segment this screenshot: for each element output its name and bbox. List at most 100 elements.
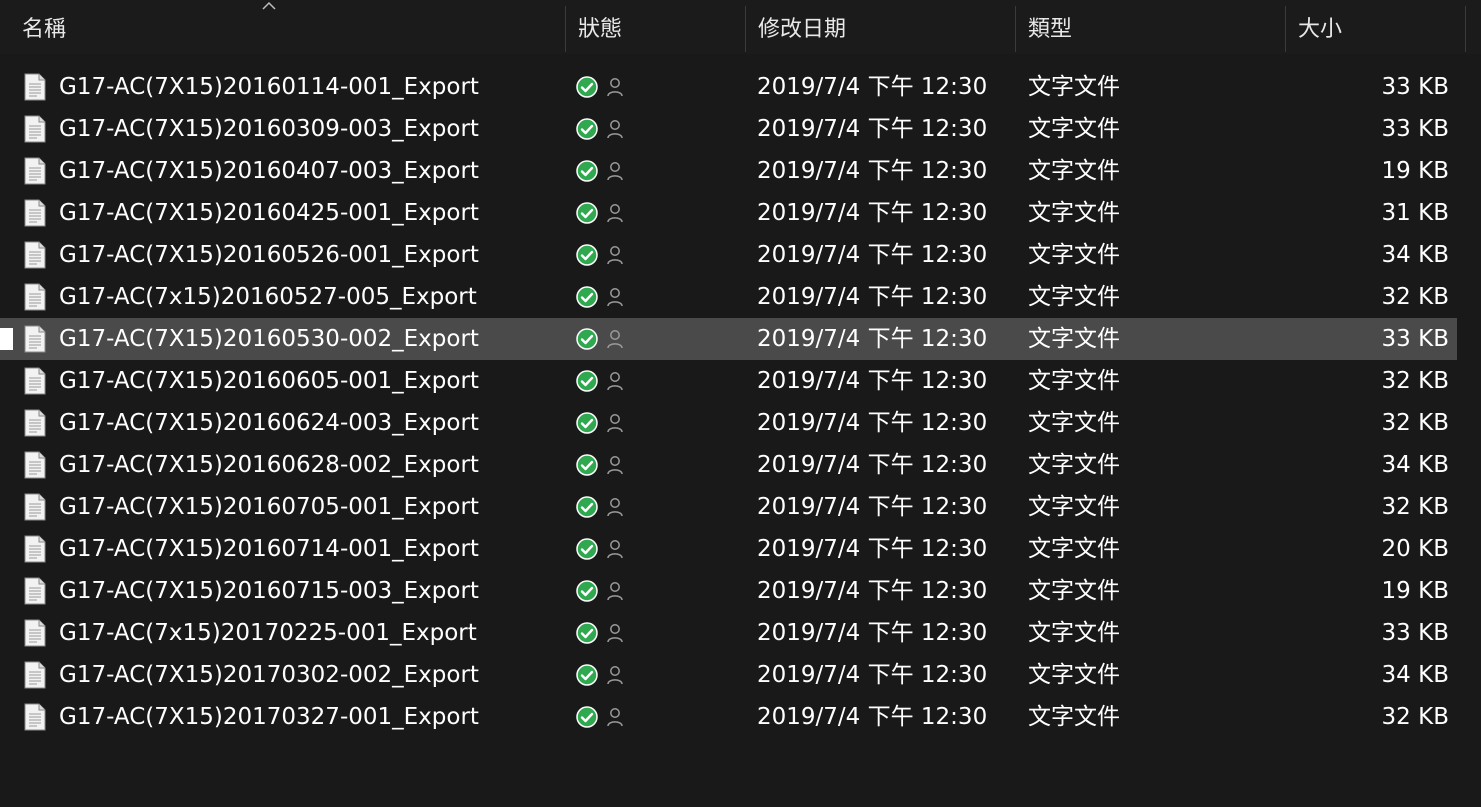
file-type: 文字文件 [1028, 704, 1120, 730]
file-row[interactable]: G17-AC(7X15)20160705-001_Export 2019/7/4 … [0, 486, 1457, 528]
file-name: G17-AC(7X15)20170302-002_Export [59, 662, 479, 688]
file-size: 33 KB [1381, 326, 1449, 352]
file-type: 文字文件 [1028, 662, 1120, 688]
column-header-modified-label: 修改日期 [758, 17, 847, 42]
file-name: G17-AC(7X15)20160628-002_Export [59, 452, 479, 478]
file-size: 19 KB [1381, 578, 1449, 604]
text-document-icon [23, 493, 47, 521]
column-header-size-label: 大小 [1298, 17, 1343, 42]
sync-status-check-icon [576, 328, 598, 350]
file-name: G17-AC(7X15)20160714-001_Export [59, 536, 479, 562]
file-row[interactable]: G17-AC(7X15)20160425-001_Export 2019/7/4 … [0, 192, 1457, 234]
file-type: 文字文件 [1028, 242, 1120, 268]
file-name: G17-AC(7x15)20160527-005_Export [59, 284, 477, 310]
sync-status-check-icon [576, 202, 598, 224]
file-row[interactable]: G17-AC(7x15)20170225-001_Export 2019/7/4 … [0, 612, 1457, 654]
file-name: G17-AC(7X15)20160705-001_Export [59, 494, 479, 520]
text-document-icon [23, 367, 47, 395]
file-modified-date: 2019/7/4 下午 12:30 [757, 578, 988, 604]
sync-status-check-icon [576, 118, 598, 140]
file-row[interactable]: G17-AC(7X15)20160407-003_Export 2019/7/4 … [0, 150, 1457, 192]
file-row[interactable]: G17-AC(7X15)20160530-002_Export 2019/7/4 … [0, 318, 1457, 360]
shared-person-icon [606, 665, 624, 685]
file-type: 文字文件 [1028, 74, 1120, 100]
file-explorer-details-view: 名稱 狀態 修改日期 類型 大小 G17-AC(7X15)20160114-00… [0, 0, 1481, 807]
file-row[interactable]: G17-AC(7X15)20160309-003_Export 2019/7/4 … [0, 108, 1457, 150]
file-name: G17-AC(7X15)20160530-002_Export [59, 326, 479, 352]
shared-person-icon [606, 539, 624, 559]
text-document-icon [23, 577, 47, 605]
shared-person-icon [606, 707, 624, 727]
file-modified-date: 2019/7/4 下午 12:30 [757, 200, 988, 226]
column-header-status[interactable]: 狀態 [566, 6, 745, 48]
file-list: G17-AC(7X15)20160114-001_Export 2019/7/4 … [0, 66, 1481, 738]
file-modified-date: 2019/7/4 下午 12:30 [757, 452, 988, 478]
file-type: 文字文件 [1028, 116, 1120, 142]
column-header-name-label: 名稱 [22, 17, 67, 42]
column-divider[interactable] [1465, 6, 1466, 52]
file-size: 34 KB [1381, 242, 1449, 268]
text-document-icon [23, 325, 47, 353]
sync-status-check-icon [576, 664, 598, 686]
file-row[interactable]: G17-AC(7X15)20170327-001_Export 2019/7/4 … [0, 696, 1457, 738]
column-header-status-label: 狀態 [578, 17, 623, 42]
file-modified-date: 2019/7/4 下午 12:30 [757, 116, 988, 142]
file-modified-date: 2019/7/4 下午 12:30 [757, 158, 988, 184]
shared-person-icon [606, 287, 624, 307]
file-modified-date: 2019/7/4 下午 12:30 [757, 410, 988, 436]
file-type: 文字文件 [1028, 494, 1120, 520]
file-type: 文字文件 [1028, 158, 1120, 184]
file-size: 33 KB [1381, 74, 1449, 100]
shared-person-icon [606, 329, 624, 349]
file-row[interactable]: G17-AC(7X15)20160715-003_Export 2019/7/4 … [0, 570, 1457, 612]
file-row[interactable]: G17-AC(7X15)20160628-002_Export 2019/7/4 … [0, 444, 1457, 486]
file-row[interactable]: G17-AC(7X15)20160624-003_Export 2019/7/4 … [0, 402, 1457, 444]
file-modified-date: 2019/7/4 下午 12:30 [757, 326, 988, 352]
file-row[interactable]: G17-AC(7X15)20170302-002_Export 2019/7/4 … [0, 654, 1457, 696]
shared-person-icon [606, 497, 624, 517]
selection-checkbox[interactable] [0, 328, 13, 350]
file-size: 32 KB [1381, 410, 1449, 436]
shared-person-icon [606, 119, 624, 139]
shared-person-icon [606, 455, 624, 475]
column-header-bar: 名稱 狀態 修改日期 類型 大小 [0, 0, 1481, 54]
sync-status-check-icon [576, 538, 598, 560]
file-type: 文字文件 [1028, 326, 1120, 352]
file-modified-date: 2019/7/4 下午 12:30 [757, 662, 988, 688]
text-document-icon [23, 199, 47, 227]
column-header-type[interactable]: 類型 [1016, 6, 1285, 48]
file-size: 19 KB [1381, 158, 1449, 184]
shared-person-icon [606, 245, 624, 265]
text-document-icon [23, 115, 47, 143]
file-modified-date: 2019/7/4 下午 12:30 [757, 494, 988, 520]
file-modified-date: 2019/7/4 下午 12:30 [757, 368, 988, 394]
file-size: 33 KB [1381, 116, 1449, 142]
column-header-size[interactable]: 大小 [1286, 6, 1465, 48]
file-size: 32 KB [1381, 704, 1449, 730]
text-document-icon [23, 73, 47, 101]
file-row[interactable]: G17-AC(7X15)20160526-001_Export 2019/7/4 … [0, 234, 1457, 276]
text-document-icon [23, 619, 47, 647]
file-name: G17-AC(7X15)20160526-001_Export [59, 242, 479, 268]
file-row[interactable]: G17-AC(7X15)20160714-001_Export 2019/7/4 … [0, 528, 1457, 570]
sync-status-check-icon [576, 706, 598, 728]
file-row[interactable]: G17-AC(7X15)20160114-001_Export 2019/7/4 … [0, 66, 1457, 108]
sync-status-check-icon [576, 244, 598, 266]
sync-status-check-icon [576, 412, 598, 434]
text-document-icon [23, 661, 47, 689]
sync-status-check-icon [576, 580, 598, 602]
sync-status-check-icon [576, 160, 598, 182]
text-document-icon [23, 241, 47, 269]
shared-person-icon [606, 371, 624, 391]
sync-status-check-icon [576, 454, 598, 476]
sync-status-check-icon [576, 496, 598, 518]
column-header-modified[interactable]: 修改日期 [746, 6, 1015, 48]
file-size: 31 KB [1381, 200, 1449, 226]
file-name: G17-AC(7X15)20170327-001_Export [59, 704, 479, 730]
file-type: 文字文件 [1028, 368, 1120, 394]
file-row[interactable]: G17-AC(7X15)20160605-001_Export 2019/7/4 … [0, 360, 1457, 402]
file-type: 文字文件 [1028, 536, 1120, 562]
file-type: 文字文件 [1028, 284, 1120, 310]
file-row[interactable]: G17-AC(7x15)20160527-005_Export 2019/7/4 … [0, 276, 1457, 318]
column-header-name[interactable]: 名稱 [0, 6, 565, 48]
